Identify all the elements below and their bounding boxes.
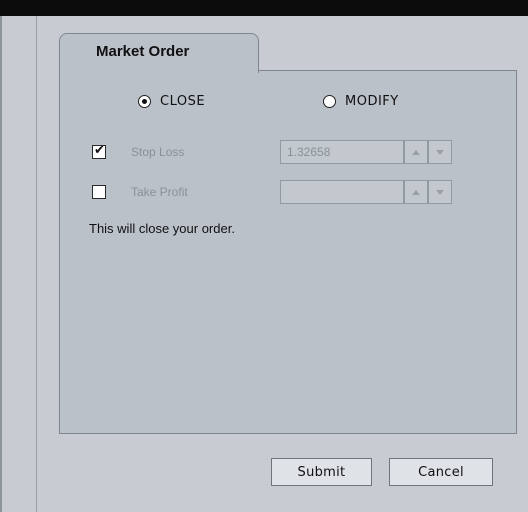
- radio-unselected-icon: [323, 94, 336, 108]
- window-edge: [0, 16, 2, 512]
- take-profit-field[interactable]: [280, 180, 404, 204]
- checkbox-checked-icon: ✔: [94, 143, 105, 158]
- arrow-down-icon: [436, 149, 444, 155]
- title-bar: [0, 0, 528, 16]
- order-panel: [59, 70, 517, 434]
- stop-loss-field[interactable]: 1.32658: [280, 140, 404, 164]
- take-profit-decrement-button[interactable]: [428, 180, 452, 204]
- stop-loss-checkbox[interactable]: ✔: [92, 143, 106, 159]
- close-radio-label: CLOSE: [160, 93, 206, 109]
- radio-selected-icon: [138, 94, 151, 108]
- take-profit-checkbox[interactable]: [92, 185, 106, 199]
- stop-loss-label: Stop Loss: [131, 145, 185, 159]
- tab-market-order[interactable]: Market Order: [59, 33, 259, 73]
- market-order-window: Market Order CLOSE MODIFY ✔ Stop Loss 1.…: [0, 0, 528, 512]
- take-profit-label: Take Profit: [131, 185, 188, 199]
- modify-radio[interactable]: MODIFY: [323, 92, 399, 110]
- left-divider: [36, 16, 37, 512]
- close-radio[interactable]: CLOSE: [138, 92, 205, 110]
- submit-button[interactable]: Submit: [271, 458, 372, 486]
- modify-radio-label: MODIFY: [345, 93, 399, 109]
- take-profit-increment-button[interactable]: [404, 180, 428, 204]
- arrow-down-icon: [436, 189, 444, 195]
- arrow-up-icon: [412, 189, 420, 195]
- cancel-button[interactable]: Cancel: [389, 458, 493, 486]
- stop-loss-row: ✔ Stop Loss 1.32658: [92, 140, 466, 164]
- take-profit-row: Take Profit: [92, 180, 466, 204]
- arrow-up-icon: [412, 149, 420, 155]
- tab-market-order-label: Market Order: [96, 43, 190, 60]
- stop-loss-decrement-button[interactable]: [428, 140, 452, 164]
- stop-loss-increment-button[interactable]: [404, 140, 428, 164]
- radio-dot: [142, 98, 147, 104]
- stop-loss-value: 1.32658: [287, 145, 331, 159]
- status-message: This will close your order.: [89, 221, 235, 236]
